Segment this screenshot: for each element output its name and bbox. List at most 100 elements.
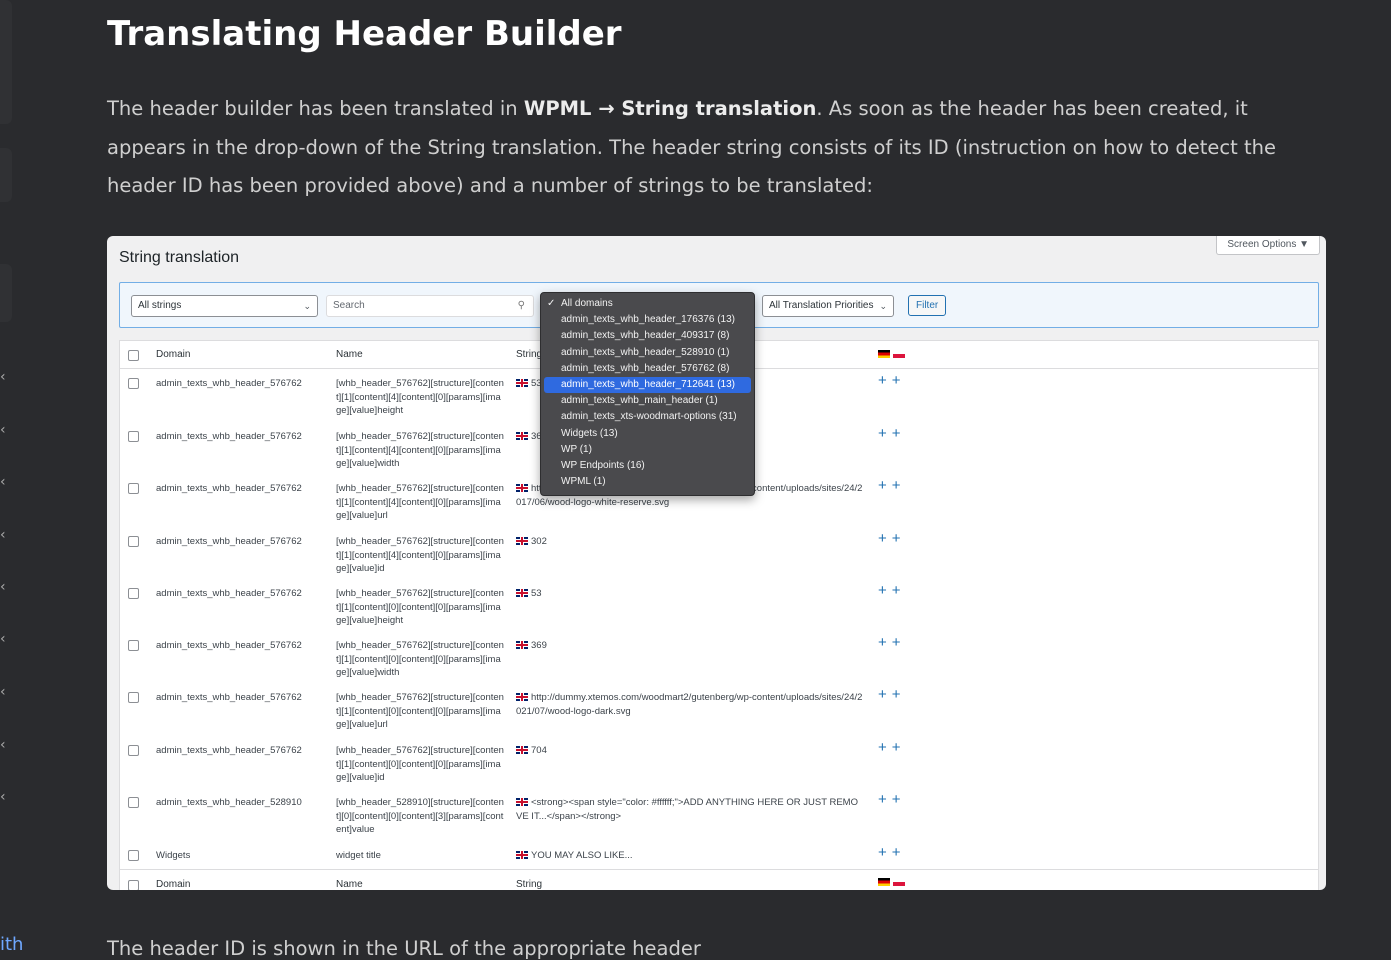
sidebar-chevron-icon[interactable]: ‹ — [0, 475, 6, 489]
sidebar-chevron-icon[interactable]: ‹ — [0, 580, 6, 594]
row-checkbox[interactable] — [128, 536, 139, 547]
row-checkbox[interactable] — [128, 588, 139, 599]
col-name[interactable]: Name — [336, 349, 363, 360]
german-flag-icon — [878, 350, 890, 358]
uk-flag-icon — [516, 746, 528, 754]
col-domain[interactable]: Domain — [156, 349, 190, 360]
add-translation-pl-icon[interactable]: + — [892, 477, 906, 494]
add-translation-pl-icon[interactable]: + — [892, 791, 906, 808]
row-checkbox[interactable] — [128, 692, 139, 703]
row-checkbox[interactable] — [128, 850, 139, 861]
search-input[interactable]: Search ⚲ — [326, 295, 534, 317]
domain-option[interactable]: admin_texts_whb_header_409317 (8) — [544, 328, 751, 344]
add-translation-de-icon[interactable]: + — [878, 582, 892, 599]
strings-select[interactable]: All strings ⌄ — [131, 295, 318, 317]
row-checkbox[interactable] — [128, 745, 139, 756]
domain-option[interactable]: ✓ All domains — [544, 296, 751, 312]
domain-option[interactable]: admin_texts_whb_main_header (1) — [544, 393, 751, 409]
add-translation-buttons[interactable]: ++ — [878, 582, 906, 599]
add-translation-de-icon[interactable]: + — [878, 372, 892, 389]
select-all-checkbox[interactable] — [128, 350, 139, 361]
filter-button[interactable]: Filter — [908, 295, 947, 316]
add-translation-pl-icon[interactable]: + — [892, 686, 906, 703]
add-translation-de-icon[interactable]: + — [878, 530, 892, 547]
row-name: [whb_header_576762][structure][content][… — [336, 483, 504, 521]
add-translation-pl-icon[interactable]: + — [892, 844, 906, 861]
row-checkbox[interactable] — [128, 640, 139, 651]
uk-flag-icon — [516, 641, 528, 649]
priorities-select[interactable]: All Translation Priorities ⌄ — [762, 295, 894, 317]
add-translation-buttons[interactable]: ++ — [878, 634, 906, 651]
add-translation-de-icon[interactable]: + — [878, 739, 892, 756]
german-flag-icon — [878, 878, 890, 886]
add-translation-de-icon[interactable]: + — [878, 791, 892, 808]
domain-option[interactable]: WPML (1) — [544, 474, 751, 490]
sidebar-panel — [0, 148, 12, 202]
add-translation-buttons[interactable]: ++ — [878, 739, 906, 756]
polish-flag-icon — [893, 350, 905, 358]
add-translation-pl-icon[interactable]: + — [892, 530, 906, 547]
add-translation-de-icon[interactable]: + — [878, 686, 892, 703]
intro-bold-path: WPML → String translation — [523, 97, 817, 120]
domain-option[interactable]: WP Endpoints (16) — [544, 458, 751, 474]
add-translation-buttons[interactable]: ++ — [878, 686, 906, 703]
row-name: [whb_header_576762][structure][content][… — [336, 588, 504, 626]
col-string[interactable]: String — [516, 349, 542, 360]
add-translation-buttons[interactable]: ++ — [878, 477, 906, 494]
polish-flag-icon — [893, 878, 905, 886]
add-translation-buttons[interactable]: ++ — [878, 372, 906, 389]
row-name: [whb_header_576762][structure][content][… — [336, 378, 504, 416]
domain-option[interactable]: WP (1) — [544, 442, 751, 458]
sidebar-chevron-icon[interactable]: ‹ — [0, 790, 6, 804]
sidebar-chevron-icon[interactable]: ‹ — [0, 738, 6, 752]
string-translation-screenshot: String translation Screen Options ▼ All … — [107, 236, 1326, 890]
sidebar-chevron-icon[interactable]: ‹ — [0, 632, 6, 646]
add-translation-de-icon[interactable]: + — [878, 844, 892, 861]
row-string: 704 — [516, 744, 864, 758]
sidebar-chevron-icon[interactable]: ‹ — [0, 423, 6, 437]
screen-options-button[interactable]: Screen Options ▼ — [1216, 236, 1320, 255]
add-translation-buttons[interactable]: ++ — [878, 530, 906, 547]
domain-option[interactable]: admin_texts_whb_header_576762 (8) — [544, 361, 751, 377]
language-flags — [878, 878, 905, 889]
col-domain[interactable]: Domain — [156, 879, 190, 890]
add-translation-buttons[interactable]: ++ — [878, 425, 906, 442]
chevron-down-icon: ⌄ — [303, 301, 311, 311]
add-translation-buttons[interactable]: ++ — [878, 844, 906, 861]
row-checkbox[interactable] — [128, 431, 139, 442]
sidebar-chevron-icon[interactable]: ‹ — [0, 685, 6, 699]
row-name: widget title — [336, 850, 381, 861]
select-all-checkbox[interactable] — [128, 880, 139, 890]
row-domain: admin_texts_whb_header_576762 — [156, 692, 302, 703]
add-translation-pl-icon[interactable]: + — [892, 582, 906, 599]
domain-option[interactable]: admin_texts_whb_header_712641 (13) — [544, 376, 751, 394]
sidebar-chevron-icon[interactable]: ‹ — [0, 528, 6, 542]
domain-option[interactable]: admin_texts_whb_header_528910 (1) — [544, 345, 751, 361]
add-translation-pl-icon[interactable]: + — [892, 372, 906, 389]
row-checkbox[interactable] — [128, 378, 139, 389]
uk-flag-icon — [516, 484, 528, 492]
sidebar-link[interactable]: ith — [0, 934, 23, 955]
sidebar-panel — [0, 264, 12, 322]
domain-option[interactable]: admin_texts_whb_header_176376 (13) — [544, 312, 751, 328]
row-checkbox[interactable] — [128, 483, 139, 494]
add-translation-de-icon[interactable]: + — [878, 634, 892, 651]
row-name: [whb_header_576762][structure][content][… — [336, 431, 504, 469]
row-checkbox[interactable] — [128, 797, 139, 808]
add-translation-buttons[interactable]: ++ — [878, 791, 906, 808]
row-name: [whb_header_576762][structure][content][… — [336, 692, 504, 730]
domains-dropdown[interactable]: ✓ All domains admin_texts_whb_header_17637… — [540, 292, 755, 496]
add-translation-de-icon[interactable]: + — [878, 425, 892, 442]
add-translation-de-icon[interactable]: + — [878, 477, 892, 494]
domain-option[interactable]: admin_texts_xts-woodmart-options (31) — [544, 409, 751, 425]
domain-option[interactable]: Widgets (13) — [544, 426, 751, 442]
add-translation-pl-icon[interactable]: + — [892, 634, 906, 651]
add-translation-pl-icon[interactable]: + — [892, 739, 906, 756]
col-string[interactable]: String — [516, 879, 542, 890]
intro-paragraph: The header builder has been translated i… — [107, 97, 1276, 197]
uk-flag-icon — [516, 851, 528, 859]
row-name: [whb_header_576762][structure][content][… — [336, 640, 504, 678]
sidebar-chevron-icon[interactable]: ‹ — [0, 370, 6, 384]
add-translation-pl-icon[interactable]: + — [892, 425, 906, 442]
col-name[interactable]: Name — [336, 879, 363, 890]
